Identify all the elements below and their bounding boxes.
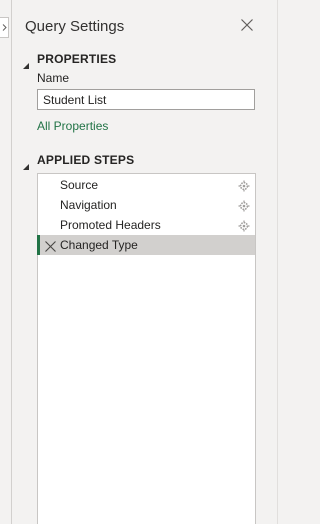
step-label: Source bbox=[60, 178, 99, 192]
properties-section-toggle[interactable]: PROPERTIES bbox=[23, 50, 117, 69]
gear-icon[interactable] bbox=[238, 199, 250, 212]
close-icon bbox=[241, 18, 253, 36]
gear-icon[interactable] bbox=[238, 179, 250, 192]
step-changed-type[interactable]: Changed Type bbox=[37, 235, 255, 255]
step-label: Navigation bbox=[60, 198, 117, 212]
close-button[interactable] bbox=[238, 18, 256, 36]
step-navigation[interactable]: Navigation bbox=[38, 195, 255, 215]
query-name-input[interactable] bbox=[37, 89, 255, 110]
step-label: Changed Type bbox=[60, 238, 138, 252]
step-label: Promoted Headers bbox=[60, 218, 161, 232]
applied-steps-section-toggle[interactable]: APPLIED STEPS bbox=[23, 151, 135, 170]
applied-steps-list: Source Navigation Promoted Headers Chang… bbox=[37, 173, 256, 524]
name-label: Name bbox=[37, 71, 70, 85]
all-properties-link[interactable]: All Properties bbox=[37, 119, 108, 133]
query-settings-panel: Query Settings PROPERTIES Name All Prope… bbox=[12, 0, 278, 524]
applied-steps-header: APPLIED STEPS bbox=[37, 153, 135, 167]
triangle-down-icon bbox=[23, 56, 29, 69]
properties-header: PROPERTIES bbox=[37, 52, 117, 66]
step-source[interactable]: Source bbox=[38, 175, 255, 195]
selection-indicator bbox=[37, 235, 40, 255]
query-settings-pane: Query Settings PROPERTIES Name All Prope… bbox=[0, 0, 278, 524]
delete-step-icon[interactable] bbox=[45, 239, 56, 252]
triangle-down-icon bbox=[23, 157, 29, 170]
gear-icon[interactable] bbox=[238, 219, 250, 232]
left-collapse-strip bbox=[0, 0, 12, 524]
step-promoted-headers[interactable]: Promoted Headers bbox=[38, 215, 255, 235]
chevron-right-icon bbox=[2, 24, 7, 31]
collapse-pane-button[interactable] bbox=[0, 17, 9, 38]
panel-title: Query Settings bbox=[25, 18, 125, 35]
